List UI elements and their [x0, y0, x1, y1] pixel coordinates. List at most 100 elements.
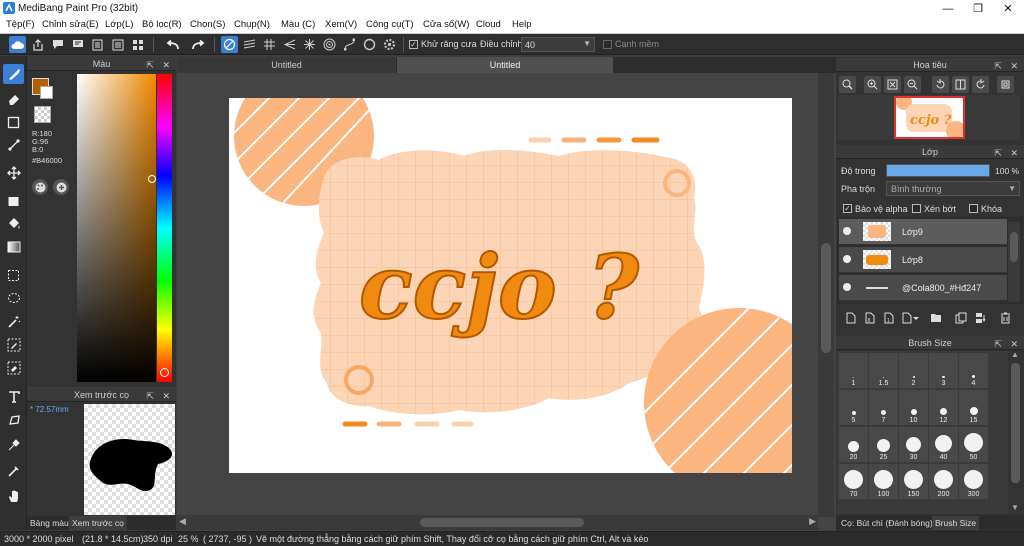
secondary-color-swatch[interactable] [40, 86, 53, 99]
navigator-thumbnail[interactable]: ccjo ? [894, 94, 966, 141]
menu-capture[interactable]: Chụp(N) [234, 19, 270, 30]
hand-tool-icon[interactable] [3, 486, 24, 506]
lock-checkbox[interactable] [969, 204, 978, 213]
tab-color-palette[interactable]: Bảng màu [27, 516, 72, 530]
brush-size-option[interactable]: 7 [869, 390, 898, 425]
rotate-right-icon[interactable] [972, 76, 989, 93]
layer-item[interactable]: Lớp8 [839, 247, 1007, 273]
new-layer-dropdown-icon[interactable] [899, 309, 923, 326]
radial-snap-icon[interactable] [301, 36, 318, 53]
palette-add-icon[interactable] [53, 179, 69, 195]
undo-icon[interactable] [162, 36, 184, 53]
menu-filter[interactable]: Bộ lọc(R) [142, 19, 182, 30]
lasso-tool-icon[interactable] [3, 289, 24, 309]
saturation-value-picker[interactable] [77, 74, 156, 382]
brush-size-option[interactable]: 50 [959, 427, 988, 462]
drawing-canvas[interactable]: ccjo ? [229, 98, 792, 473]
eye-icon[interactable] [843, 283, 851, 291]
horizontal-scroll-thumb[interactable] [420, 518, 584, 527]
brush-size-option[interactable]: 3 [929, 353, 958, 388]
divide-tool-icon[interactable] [3, 410, 24, 430]
redo-icon[interactable] [187, 36, 209, 53]
fit-window-icon[interactable] [884, 76, 901, 93]
select-pen-tool-icon[interactable] [3, 335, 24, 355]
panel-pin-close-icon[interactable]: ⇱ ✕ [146, 389, 173, 403]
tab-brush-size[interactable]: Brush Size [932, 516, 980, 530]
brush-size-scroll-thumb[interactable] [1011, 363, 1020, 483]
reset-view-icon[interactable] [997, 76, 1014, 93]
hue-slider[interactable] [157, 74, 172, 382]
duplicate-layer-icon[interactable] [952, 309, 969, 326]
protect-alpha-checkbox[interactable]: ✓ [843, 204, 852, 213]
fill-rect-tool-icon[interactable] [3, 191, 24, 211]
antialias-checkbox[interactable]: ✓ [409, 40, 418, 49]
zoom-in-icon[interactable] [864, 76, 881, 93]
zoom-fit-icon[interactable] [839, 76, 856, 93]
eraser-tool-icon[interactable] [3, 89, 24, 109]
blend-mode-select[interactable]: Bình thường ▼ [886, 181, 1020, 196]
brush-size-option[interactable]: 150 [899, 464, 928, 499]
list-icon[interactable] [109, 36, 126, 53]
brush-size-option[interactable]: 1 [839, 353, 868, 388]
line-tool-icon[interactable] [3, 135, 24, 155]
new-layer-1bit-icon[interactable]: 1 [880, 309, 897, 326]
new-layer-icon[interactable] [842, 309, 859, 326]
snap-settings-icon[interactable] [381, 36, 398, 53]
vertical-scroll-thumb[interactable] [821, 243, 831, 353]
scroll-left-icon[interactable]: ◀ [179, 516, 186, 527]
layer-item[interactable]: Lớp9 [839, 219, 1007, 245]
text-tool-icon[interactable] [3, 387, 24, 407]
vertical-scrollbar[interactable] [818, 73, 834, 517]
bucket-tool-icon[interactable] [3, 214, 24, 234]
scroll-right-icon[interactable]: ▶ [809, 516, 816, 527]
eye-icon[interactable] [843, 227, 851, 235]
magic-wand-tool-icon[interactable] [3, 312, 24, 332]
merge-layer-icon[interactable] [972, 309, 989, 326]
menu-layer[interactable]: Lớp(L) [105, 19, 133, 30]
palette-icon[interactable] [32, 179, 48, 195]
hue-cursor[interactable] [160, 368, 169, 377]
document-icon[interactable] [89, 36, 106, 53]
layer-scroll-thumb[interactable] [1010, 232, 1018, 262]
restore-icon[interactable]: ❐ [963, 0, 993, 17]
brush-size-option[interactable]: 5 [839, 390, 868, 425]
brush-tool-icon[interactable] [3, 64, 24, 84]
menu-edit[interactable]: Chỉnh sửa(E) [42, 19, 99, 30]
sv-cursor[interactable] [148, 175, 156, 183]
horizontal-scrollbar[interactable]: ◀ ▶ [177, 515, 818, 530]
circle-snap-icon[interactable] [361, 36, 378, 53]
menu-file[interactable]: Tệp(F) [6, 19, 35, 30]
minimize-icon[interactable]: — [933, 0, 963, 17]
select-eraser-tool-icon[interactable] [3, 358, 24, 378]
vanishing-point-icon[interactable] [281, 36, 298, 53]
new-layer-8bit-icon[interactable]: 8 [861, 309, 878, 326]
flip-icon[interactable] [952, 76, 969, 93]
menu-select[interactable]: Chọn(S) [190, 19, 225, 30]
brush-size-option[interactable]: 12 [929, 390, 958, 425]
tab-brush-preview[interactable]: Xem trước cọ [69, 516, 127, 530]
delete-layer-icon[interactable] [997, 309, 1014, 326]
menu-color[interactable]: Màu (C) [281, 19, 315, 30]
grid-app-icon[interactable] [129, 36, 146, 53]
no-snap-icon[interactable] [221, 36, 238, 53]
brush-size-option[interactable]: 1.5 [869, 353, 898, 388]
brush-size-scrollbar[interactable]: ▲ ▼ [1009, 350, 1022, 514]
panel-pin-close-icon[interactable]: ⇱ ✕ [994, 337, 1021, 351]
rotate-left-icon[interactable] [932, 76, 949, 93]
cloud-icon[interactable] [9, 36, 26, 53]
menu-help[interactable]: Help [512, 19, 532, 30]
brush-size-option[interactable]: 70 [839, 464, 868, 499]
layer-scrollbar[interactable] [1008, 222, 1020, 302]
share-icon[interactable] [29, 36, 46, 53]
dropper2-tool-icon[interactable] [3, 461, 24, 481]
panel-pin-close-icon[interactable]: ⇱ ✕ [994, 59, 1021, 73]
opacity-slider[interactable] [886, 164, 990, 177]
brush-size-option[interactable]: 25 [869, 427, 898, 462]
brush-size-option[interactable]: 300 [959, 464, 988, 499]
comment-icon[interactable] [49, 36, 66, 53]
select-tool-icon[interactable] [3, 265, 24, 285]
clipping-checkbox[interactable] [912, 204, 921, 213]
eyedropper-tool-icon[interactable] [3, 435, 24, 455]
brush-size-option[interactable]: 15 [959, 390, 988, 425]
cross-snap-icon[interactable] [261, 36, 278, 53]
